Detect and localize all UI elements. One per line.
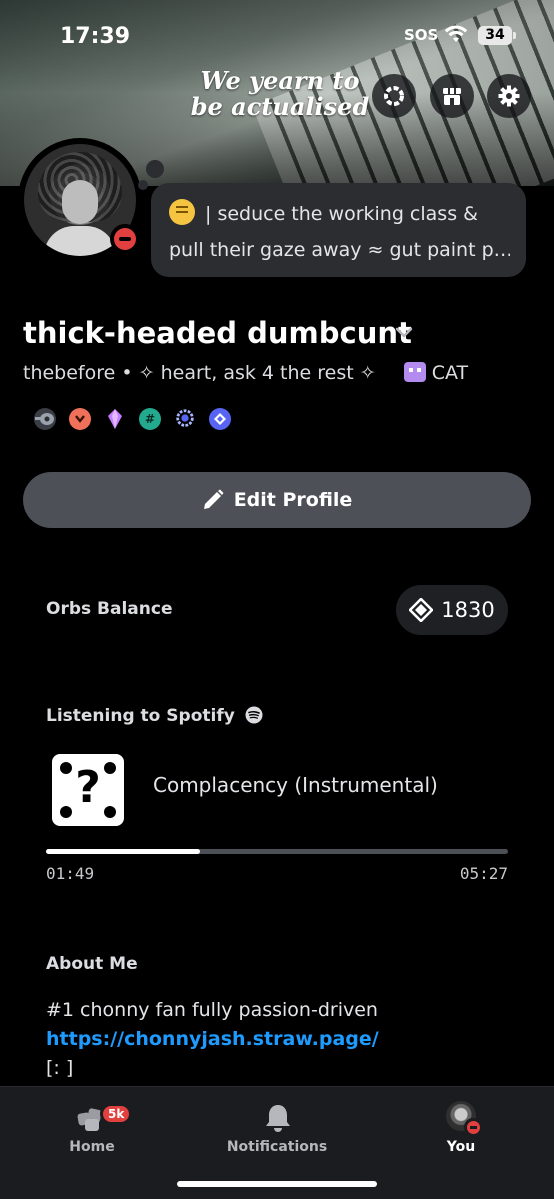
- display-name[interactable]: thick-headed dumbcunt: [23, 316, 412, 350]
- orb-badge-icon[interactable]: [209, 408, 231, 430]
- laurel-badge-icon[interactable]: [174, 408, 196, 430]
- spotify-title: Listening to Spotify: [46, 706, 235, 726]
- thought-dot-small: [138, 180, 148, 190]
- you-dnd-status-icon: [464, 1118, 482, 1136]
- pronouns: ✧ heart, ask 4 the rest ✧: [138, 362, 376, 384]
- track-duration: 05:27: [459, 864, 508, 883]
- tab-you-label: You: [446, 1139, 476, 1155]
- album-art[interactable]: ?: [52, 754, 124, 826]
- quest-badge-icon[interactable]: [34, 408, 56, 430]
- about-me-link[interactable]: https://chonnyjash.straw.page/: [46, 1025, 379, 1054]
- tab-home[interactable]: 5k Home: [0, 1087, 184, 1167]
- track-progress-bar: [46, 849, 508, 854]
- gear-icon: [498, 85, 520, 107]
- orbs-balance-value: 1830: [441, 598, 495, 622]
- home-indicator[interactable]: [177, 1181, 377, 1187]
- about-me-line1: #1 chonny fan fully passion-driven: [46, 999, 378, 1021]
- track-progress-fill: [46, 849, 200, 854]
- spotify-icon: [245, 706, 263, 724]
- badge-row: #: [34, 408, 231, 430]
- edit-profile-label: Edit Profile: [233, 489, 353, 511]
- spotify-title-row: Listening to Spotify: [46, 706, 263, 726]
- orb-icon: [409, 598, 434, 622]
- separator-dot: •: [121, 362, 133, 384]
- nitro-icon: [384, 86, 404, 106]
- orbs-balance-title: Orbs Balance: [46, 599, 173, 619]
- question-mark-icon: ?: [75, 762, 101, 813]
- pencil-icon: [203, 489, 224, 509]
- banner-caption-line2: be actualised: [190, 92, 370, 121]
- tab-notifications-label: Notifications: [226, 1139, 328, 1155]
- profile-subline: thebefore • ✧ heart, ask 4 the rest ✧ CA…: [23, 362, 468, 384]
- shop-icon: [443, 88, 461, 105]
- shop-button[interactable]: [430, 74, 474, 118]
- tab-home-label: Home: [69, 1139, 115, 1155]
- custom-status-line1: | seduce the working class &: [169, 196, 510, 232]
- tab-notifications[interactable]: Notifications: [185, 1087, 369, 1167]
- hash-badge-icon[interactable]: #: [139, 408, 161, 430]
- custom-status-text2: pull their gaze away ≈ gut paint p…: [169, 239, 510, 261]
- guild-tag[interactable]: CAT: [432, 362, 468, 384]
- home-notification-badge: 5k: [100, 1103, 133, 1125]
- status-time: 17:39: [60, 24, 131, 49]
- bell-icon: [266, 1105, 290, 1132]
- avatar-collar: [44, 226, 116, 256]
- about-me-body: #1 chonny fan fully passion-driven https…: [46, 996, 379, 1083]
- wifi-icon: [444, 25, 468, 42]
- nitro-button[interactable]: [372, 74, 416, 118]
- avatar-face: [62, 180, 98, 224]
- status-sos: SOS: [404, 26, 439, 44]
- custom-status-bubble[interactable]: | seduce the working class & pull their …: [151, 183, 526, 277]
- settings-button[interactable]: [487, 74, 531, 118]
- edit-profile-button[interactable]: Edit Profile: [23, 472, 531, 528]
- battery-icon: 34: [478, 26, 516, 45]
- about-me-title: About Me: [46, 954, 138, 974]
- custom-status-text1: | seduce the working class &: [205, 203, 478, 225]
- banner-caption-line1: We yearn to: [200, 66, 360, 95]
- cat-tag-icon: [403, 362, 426, 382]
- dnd-status-icon: [110, 224, 140, 254]
- username: thebefore: [23, 362, 116, 384]
- thought-dot-large: [146, 160, 164, 178]
- nitro-gem-badge-icon[interactable]: [104, 408, 126, 430]
- about-me-line3: [: ]: [46, 1057, 74, 1079]
- tab-you[interactable]: You: [369, 1087, 553, 1167]
- track-title[interactable]: Complacency (Instrumental): [153, 773, 438, 797]
- banner-caption: We yearn to be actualised: [190, 68, 370, 120]
- relieved-face-emoji-icon: [169, 199, 195, 225]
- hypesquad-badge-icon[interactable]: [69, 408, 91, 430]
- chevron-down-icon[interactable]: [394, 326, 414, 340]
- orbs-balance-pill[interactable]: 1830: [396, 585, 508, 635]
- track-elapsed: 01:49: [46, 864, 95, 883]
